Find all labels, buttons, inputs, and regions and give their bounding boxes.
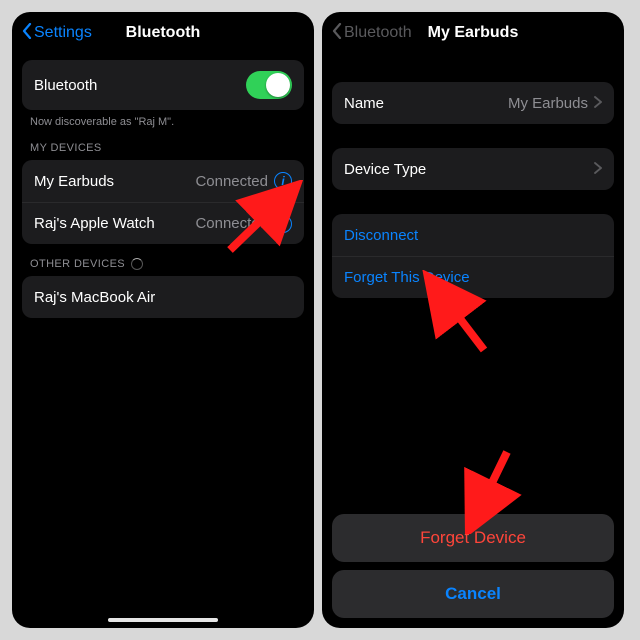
button-label: Forget Device: [420, 528, 526, 547]
actions-group: Disconnect Forget This Device: [332, 214, 614, 298]
back-label: Settings: [34, 24, 92, 42]
cancel-button[interactable]: Cancel: [332, 570, 614, 618]
device-type-row[interactable]: Device Type: [332, 148, 614, 190]
chevron-left-icon: [332, 23, 342, 44]
nav-bar: Settings Bluetooth: [12, 12, 314, 54]
discoverable-footnote: Now discoverable as "Raj M".: [30, 116, 296, 128]
spinner-icon: [131, 258, 143, 270]
back-button[interactable]: Bluetooth: [332, 23, 412, 44]
device-detail-screen: Bluetooth My Earbuds Name My Earbuds Dev…: [322, 12, 624, 628]
bluetooth-toggle-group: Bluetooth: [22, 60, 304, 110]
device-row[interactable]: Raj's Apple Watch Connected i: [22, 202, 304, 244]
device-name: My Earbuds: [34, 173, 114, 190]
nav-title: My Earbuds: [428, 24, 519, 42]
name-row[interactable]: Name My Earbuds: [332, 82, 614, 124]
row-label: Device Type: [344, 161, 426, 178]
section-header-label: MY DEVICES: [30, 142, 102, 154]
forget-device-button[interactable]: Forget Device: [332, 514, 614, 562]
forget-device-row[interactable]: Forget This Device: [332, 256, 614, 298]
toggle-switch[interactable]: [246, 71, 292, 99]
my-devices-list: My Earbuds Connected i Raj's Apple Watch…: [22, 160, 304, 244]
info-icon[interactable]: i: [274, 172, 292, 190]
device-name: Raj's Apple Watch: [34, 215, 155, 232]
section-header-label: OTHER DEVICES: [30, 258, 125, 270]
bluetooth-settings-screen: Settings Bluetooth Bluetooth Now discove…: [12, 12, 314, 628]
row-label: Bluetooth: [34, 77, 97, 94]
button-label: Cancel: [445, 584, 501, 603]
bluetooth-toggle-row[interactable]: Bluetooth: [22, 60, 304, 110]
home-indicator: [108, 618, 218, 622]
row-label: Forget This Device: [344, 269, 470, 286]
back-label: Bluetooth: [344, 24, 412, 42]
info-icon[interactable]: i: [274, 215, 292, 233]
nav-bar: Bluetooth My Earbuds: [322, 12, 624, 54]
my-devices-header: MY DEVICES: [30, 142, 296, 154]
chevron-right-icon: [594, 161, 602, 178]
name-group: Name My Earbuds: [332, 82, 614, 124]
back-button[interactable]: Settings: [22, 23, 92, 44]
device-row[interactable]: My Earbuds Connected i: [22, 160, 304, 202]
device-status: Connected: [195, 173, 268, 190]
name-value: My Earbuds: [508, 95, 588, 112]
disconnect-row[interactable]: Disconnect: [332, 214, 614, 256]
type-group: Device Type: [332, 148, 614, 190]
device-row[interactable]: Raj's MacBook Air: [22, 276, 304, 318]
device-status: Connected: [195, 215, 268, 232]
row-label: Disconnect: [344, 227, 418, 244]
other-devices-header: OTHER DEVICES: [30, 258, 296, 270]
other-devices-list: Raj's MacBook Air: [22, 276, 304, 318]
action-sheet: Forget Device Cancel: [332, 514, 614, 618]
chevron-right-icon: [594, 95, 602, 112]
device-name: Raj's MacBook Air: [34, 289, 155, 306]
row-label: Name: [344, 95, 384, 112]
chevron-left-icon: [22, 23, 32, 44]
nav-title: Bluetooth: [126, 24, 201, 42]
